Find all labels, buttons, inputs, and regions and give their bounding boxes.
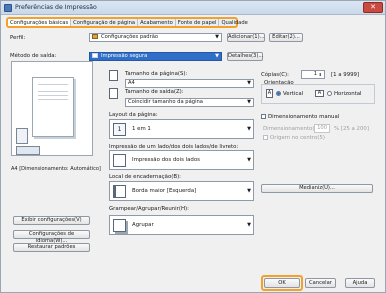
portrait-icon: A bbox=[266, 89, 273, 98]
center-origin-label: Origem no centro(5) bbox=[270, 135, 325, 141]
edit-profile-button[interactable]: Editar(2)... bbox=[269, 33, 303, 42]
horizontal-label: Horizontal bbox=[334, 91, 362, 97]
view-toggle-icon[interactable] bbox=[16, 146, 40, 155]
center-origin-checkbox[interactable] bbox=[263, 135, 268, 140]
restore-defaults-button[interactable]: Restaurar padrões bbox=[13, 243, 90, 252]
scaling-label: Dimensionamento(E): bbox=[263, 126, 322, 132]
landscape-icon: A bbox=[315, 90, 324, 97]
manual-scaling-option[interactable]: Dimensionamento manual bbox=[261, 114, 339, 120]
printer-icon bbox=[4, 4, 12, 12]
chevron-down-icon: ▼ bbox=[215, 53, 219, 59]
secure-print-icon bbox=[92, 53, 98, 58]
manual-scaling-checkbox[interactable] bbox=[261, 114, 266, 119]
staple-value: Agrupar bbox=[132, 222, 154, 228]
binding-edge-icon bbox=[113, 185, 126, 198]
chevron-down-icon: ▼ bbox=[247, 99, 251, 105]
cancel-button[interactable]: Cancelar bbox=[305, 278, 336, 288]
orientation-vertical-option[interactable]: Vertical bbox=[276, 91, 303, 97]
layout-value: 1 em 1 bbox=[132, 126, 151, 132]
spinner-icon[interactable]: ⬍ bbox=[319, 71, 322, 78]
duplex-icon bbox=[113, 154, 126, 167]
collate-icon bbox=[113, 219, 126, 232]
page-size-icon bbox=[109, 70, 118, 81]
tab-quality[interactable]: Qualidade bbox=[219, 19, 249, 26]
page-size-label: Tamanho da página(S): bbox=[125, 71, 188, 77]
chevron-down-icon: ▼ bbox=[247, 126, 251, 132]
page-size-value: A4 bbox=[128, 80, 135, 86]
tab-bar: Configurações básicas Configuração de pá… bbox=[6, 17, 248, 28]
layout-icon: 1 bbox=[113, 123, 126, 136]
view-settings-button[interactable]: Exibir configurações(V) bbox=[13, 216, 90, 225]
binding-label: Local de encadernação(B): bbox=[109, 174, 182, 180]
binding-value: Borda maior [Esquerda] bbox=[132, 188, 197, 194]
gutter-button[interactable]: Medianiz(U)... bbox=[261, 184, 373, 193]
manual-scaling-label: Dimensionamento manual bbox=[268, 114, 340, 120]
chevron-down-icon: ▼ bbox=[247, 222, 251, 228]
scaling-range: % [25 a 200] bbox=[334, 126, 369, 132]
layout-label: Layout da página: bbox=[109, 112, 158, 118]
binding-select[interactable]: Borda maior [Esquerda] ▼ bbox=[109, 181, 254, 201]
copies-range: [1 a 9999] bbox=[331, 72, 360, 78]
add-profile-button[interactable]: Adicionar(1)... bbox=[227, 33, 265, 42]
profile-select[interactable]: Configurações padrão ▼ bbox=[89, 33, 222, 42]
staple-select[interactable]: Agrupar ▼ bbox=[109, 215, 254, 235]
output-size-icon bbox=[109, 88, 118, 99]
title-bar: Preferências de Impressão ✕ bbox=[1, 1, 385, 15]
chevron-down-icon: ▼ bbox=[247, 188, 251, 194]
page-preview bbox=[11, 61, 93, 156]
profile-value: Configurações padrão bbox=[101, 34, 159, 40]
output-method-select[interactable]: Impressão segura ▼ bbox=[89, 52, 222, 61]
vertical-label: Vertical bbox=[283, 91, 304, 97]
tab-finishing[interactable]: Acabamento bbox=[138, 19, 176, 26]
output-size-label: Tamanho de saída(Z): bbox=[125, 89, 184, 95]
profile-label: Perfil: bbox=[10, 35, 26, 41]
chevron-down-icon: ▼ bbox=[247, 157, 251, 163]
preview-caption: A4 [Dimensionamento: Automático] bbox=[11, 166, 101, 172]
details-button[interactable]: Detalhes(3)... bbox=[227, 52, 263, 61]
window-title: Preferências de Impressão bbox=[15, 4, 97, 11]
staple-label: Grampear/Agrupar/Reunir(H): bbox=[109, 206, 189, 212]
center-origin-option[interactable]: Origem no centro(5) bbox=[263, 135, 325, 141]
scaling-input[interactable]: 100 bbox=[314, 124, 330, 133]
output-size-value: Coincidir tamanho da página bbox=[128, 99, 203, 105]
close-button[interactable]: ✕ bbox=[363, 2, 383, 13]
paper-preview-icon bbox=[32, 77, 74, 137]
output-method-label: Método de saída: bbox=[10, 53, 57, 59]
duplex-value: Impressão dos dois lados bbox=[132, 157, 200, 163]
tab-page-setup[interactable]: Configuração de página bbox=[71, 19, 139, 26]
chevron-down-icon: ▼ bbox=[247, 80, 251, 86]
page-size-select[interactable]: A4 ▼ bbox=[125, 79, 254, 88]
tab-paper-source[interactable]: Fonte de papel bbox=[176, 19, 220, 26]
copies-value: 1 bbox=[313, 71, 317, 77]
profile-icon bbox=[92, 34, 98, 39]
copies-input[interactable]: 1 ⬍ bbox=[301, 70, 325, 79]
ok-button[interactable]: OK bbox=[264, 278, 300, 288]
help-button[interactable]: Ajuda bbox=[345, 278, 375, 288]
copies-label: Cópias(C): bbox=[261, 72, 289, 78]
output-size-select[interactable]: Coincidir tamanho da página ▼ bbox=[125, 98, 254, 107]
duplex-select[interactable]: Impressão dos dois lados ▼ bbox=[109, 150, 254, 170]
layout-select[interactable]: 1 1 em 1 ▼ bbox=[109, 119, 254, 139]
vertical-radio[interactable] bbox=[276, 91, 281, 96]
language-settings-button[interactable]: Configurações de idioma(W)... bbox=[13, 230, 90, 244]
printer-stack-icon bbox=[16, 128, 28, 144]
chevron-down-icon: ▼ bbox=[215, 34, 219, 40]
orientation-horizontal-option[interactable]: Horizontal bbox=[327, 91, 362, 97]
horizontal-radio[interactable] bbox=[327, 91, 332, 96]
tab-basic-settings[interactable]: Configurações básicas bbox=[8, 19, 72, 26]
output-method-value: Impressão segura bbox=[101, 53, 148, 59]
print-preferences-window: Preferências de Impressão ✕ Configuraçõe… bbox=[0, 0, 386, 293]
